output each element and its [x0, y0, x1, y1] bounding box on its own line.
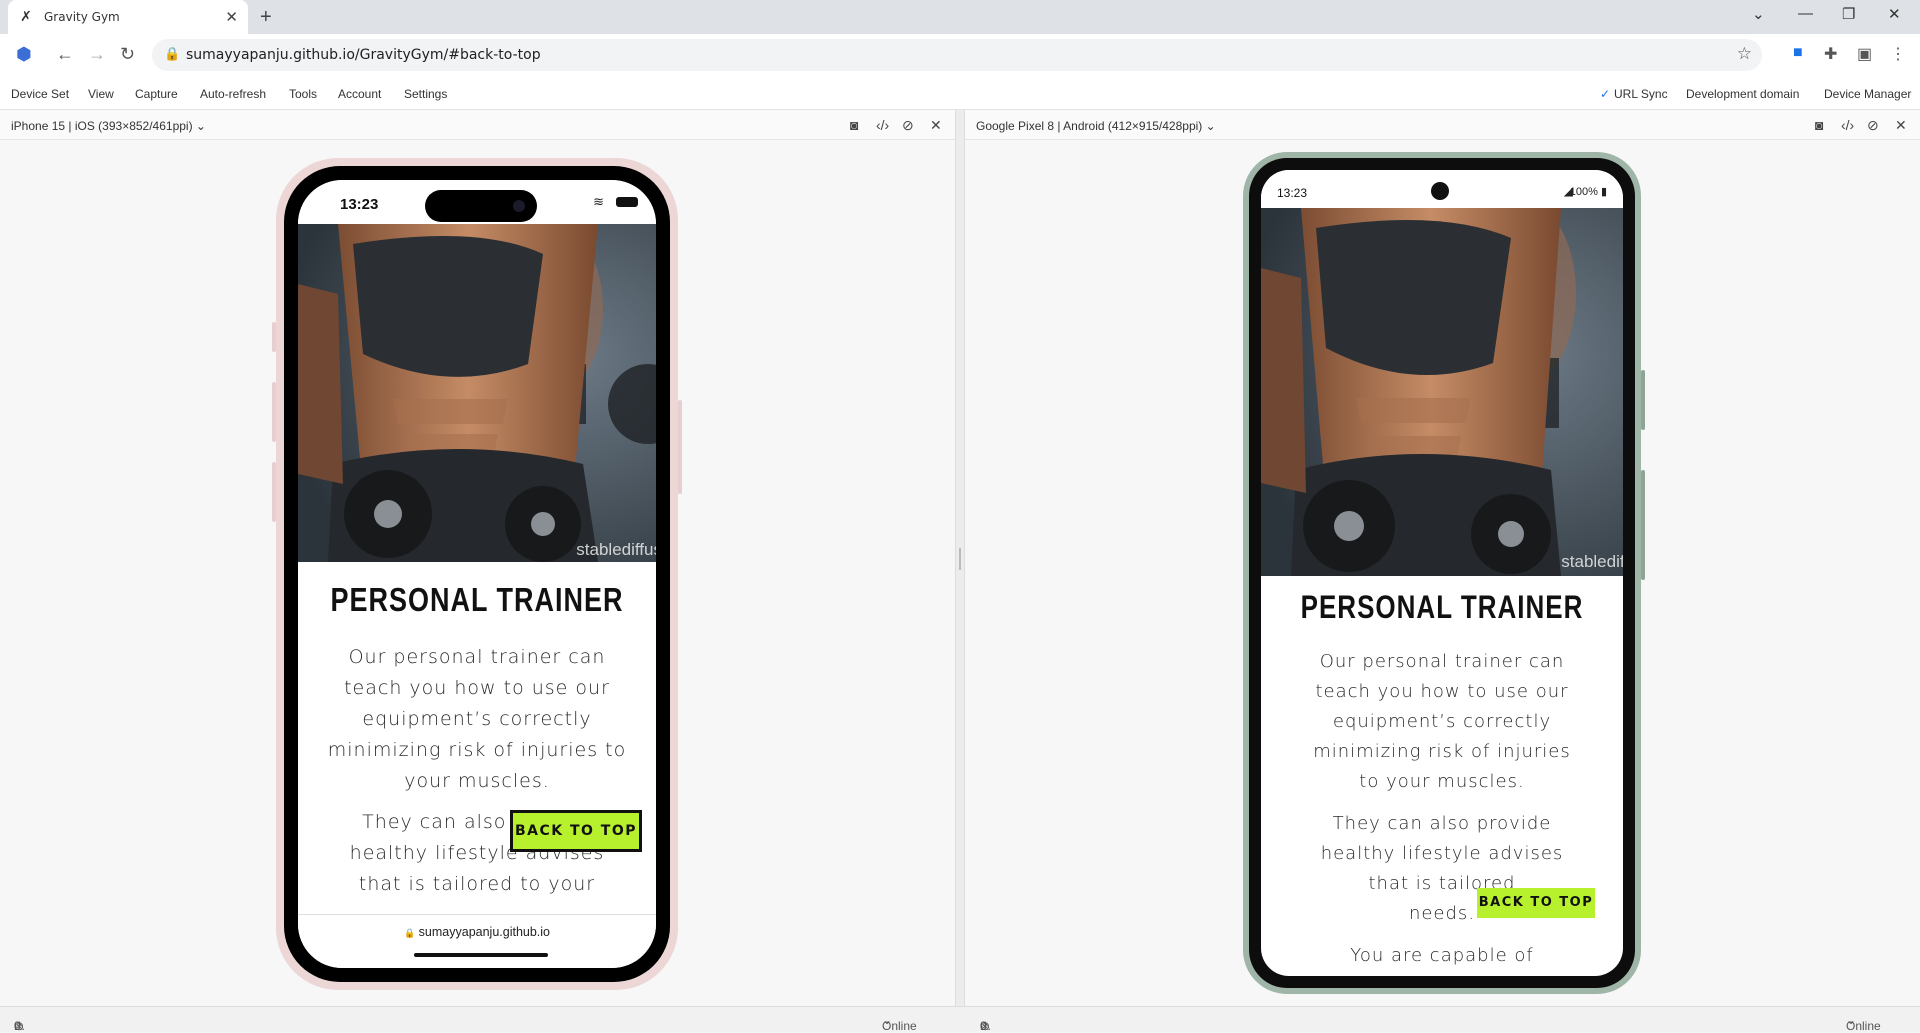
rotate-icon[interactable]: ⊘ [902, 117, 914, 134]
tab-strip: ✗ Gravity Gym ✕ + ⌄ — ❐ ✕ [0, 0, 1920, 34]
close-device-icon[interactable]: ✕ [930, 117, 942, 134]
url-sync-toggle[interactable]: URL Sync [1614, 87, 1668, 101]
tab-search-icon[interactable]: ⌄ [1752, 5, 1765, 23]
menu-settings[interactable]: Settings [404, 87, 447, 101]
section-heading: PERSONAL TRAINER [330, 581, 624, 619]
lock-icon: 🔒 [164, 46, 181, 61]
page-content: PERSONAL TRAINER Our personal trainer ca… [298, 581, 656, 900]
rotate-icon[interactable]: ⊘ [1867, 117, 1879, 134]
browser-tab[interactable]: ✗ Gravity Gym ✕ [8, 0, 248, 34]
screenshot-icon[interactable]: ◙ [1815, 117, 1823, 133]
device-label: Google Pixel 8 | Android (412×915/428ppi… [976, 119, 1203, 133]
address-bar: ⬢ ← → ↻ 🔒 sumayyapanju.github.io/Gravity… [0, 34, 1920, 76]
tab-title: Gravity Gym [44, 10, 120, 24]
devtools-icon[interactable]: ‹/› [1841, 117, 1854, 133]
section-heading: PERSONAL TRAINER [1300, 588, 1584, 626]
pixel-screen[interactable]: 13:23 ◢ 100% ▮ stablediff PERSONAL TRAIN… [1261, 170, 1623, 976]
bookmark-star-icon[interactable]: ☆ [1737, 44, 1752, 64]
dynamic-island [425, 190, 537, 222]
capability-paragraph: You are capable of [1350, 945, 1534, 966]
close-window-icon[interactable]: ✕ [1888, 5, 1901, 23]
safari-address-bar[interactable]: 🔒 sumayyapanju.github.io [298, 914, 656, 968]
left-pane-header: iPhone 15 | iOS (393×852/461ppi) ⌄ ◙ ‹/›… [0, 110, 955, 140]
trainer-paragraph: Our personal trainer can teach you how t… [327, 646, 627, 792]
address-text: sumayyapanju.github.io [418, 925, 551, 939]
close-device-icon[interactable]: ✕ [1895, 117, 1907, 134]
network-throttle[interactable]: Online ⌄ [882, 1013, 917, 1033]
reload-icon[interactable]: ↻ [120, 44, 135, 65]
clock: 13:23 [1277, 186, 1308, 200]
extensions-icon[interactable]: ✚ [1824, 44, 1837, 64]
home-indicator[interactable] [414, 953, 548, 957]
right-pane-header: Google Pixel 8 | Android (412×915/428ppi… [965, 110, 1920, 140]
device-selector[interactable]: Google Pixel 8 | Android (412×915/428ppi… [976, 119, 1216, 133]
restore-icon[interactable]: ❐ [1842, 5, 1855, 23]
watermark: stablediff [1561, 552, 1623, 571]
new-tab-icon[interactable]: + [260, 6, 272, 29]
url-field[interactable]: 🔒 sumayyapanju.github.io/GravityGym/#bac… [152, 39, 1762, 71]
wifi-icon: ≋ [593, 194, 604, 209]
iphone-frame: 13:23 ≋ stablediffus PERSONAL TRAINER Ou… [276, 158, 678, 990]
hero-image: stablediffus [298, 224, 656, 562]
battery-icon [616, 197, 638, 207]
iphone-screen[interactable]: 13:23 ≋ stablediffus PERSONAL TRAINER Ou… [298, 180, 656, 968]
pixel-frame: 13:23 ◢ 100% ▮ stablediff PERSONAL TRAIN… [1243, 152, 1641, 994]
back-to-top-button[interactable]: BACK TO TOP [1477, 888, 1595, 918]
minimize-icon[interactable]: — [1798, 5, 1813, 22]
menu-capture[interactable]: Capture [135, 87, 178, 101]
network-throttle-right[interactable]: Online ⌄ [1846, 1013, 1881, 1033]
devtools-icon[interactable]: ‹/› [876, 117, 889, 133]
trainer-paragraph: Our personal trainer can teach you how t… [1313, 651, 1571, 792]
camera-extension-icon[interactable]: ■ [1793, 44, 1803, 62]
development-domain-link[interactable]: Development domain [1686, 87, 1799, 101]
responsively-logo-icon[interactable]: ⬢ [16, 44, 32, 65]
screenshot-icon[interactable]: ◙ [850, 117, 858, 133]
status-bar: 13:23 ◢ 100% ▮ [1261, 170, 1623, 208]
menu-view[interactable]: View [88, 87, 114, 101]
pane-divider[interactable] [955, 110, 965, 1006]
device-manager-link[interactable]: Device Manager [1824, 87, 1911, 101]
more-menu-icon[interactable]: ⋮ [1890, 44, 1906, 64]
menu-device-set[interactable]: Device Set [11, 87, 69, 101]
status-bar: 13:23 ≋ [298, 180, 656, 224]
menu-tools[interactable]: Tools [289, 87, 317, 101]
clock: 13:23 [340, 196, 379, 213]
back-to-top-button[interactable]: BACK TO TOP [510, 810, 642, 852]
gym-favicon-icon: ✗ [20, 9, 32, 25]
hero-image: stablediff [1261, 208, 1623, 576]
battery-text: 100% ▮ [1569, 186, 1607, 198]
side-panel-icon[interactable]: ▣ [1857, 44, 1872, 64]
status-bar-bottom: ⊗ 0 ⚠ 0 Online ⌄ ⊗ 0 ⚠ 0 Online ⌄ [0, 1006, 1920, 1033]
app-menu-bar: Device Set View Capture Auto-refresh Too… [0, 76, 1920, 110]
close-tab-icon[interactable]: ✕ [225, 8, 238, 26]
lifestyle-paragraph: They can also provide healthy lifestyle … [1320, 813, 1564, 894]
url-text: sumayyapanju.github.io/GravityGym/#back-… [186, 47, 541, 63]
lock-icon: 🔒 [403, 928, 416, 938]
menu-auto-refresh[interactable]: Auto-refresh [200, 87, 266, 101]
device-selector[interactable]: iPhone 15 | iOS (393×852/461ppi) ⌄ [11, 119, 206, 133]
check-icon: ✓ [1600, 87, 1611, 101]
camera-punch-hole [1431, 182, 1449, 200]
menu-account[interactable]: Account [338, 87, 381, 101]
forward-icon[interactable]: → [88, 44, 106, 65]
device-label: iPhone 15 | iOS (393×852/461ppi) [11, 119, 193, 133]
back-icon[interactable]: ← [56, 44, 74, 65]
watermark: stablediffus [576, 540, 656, 559]
